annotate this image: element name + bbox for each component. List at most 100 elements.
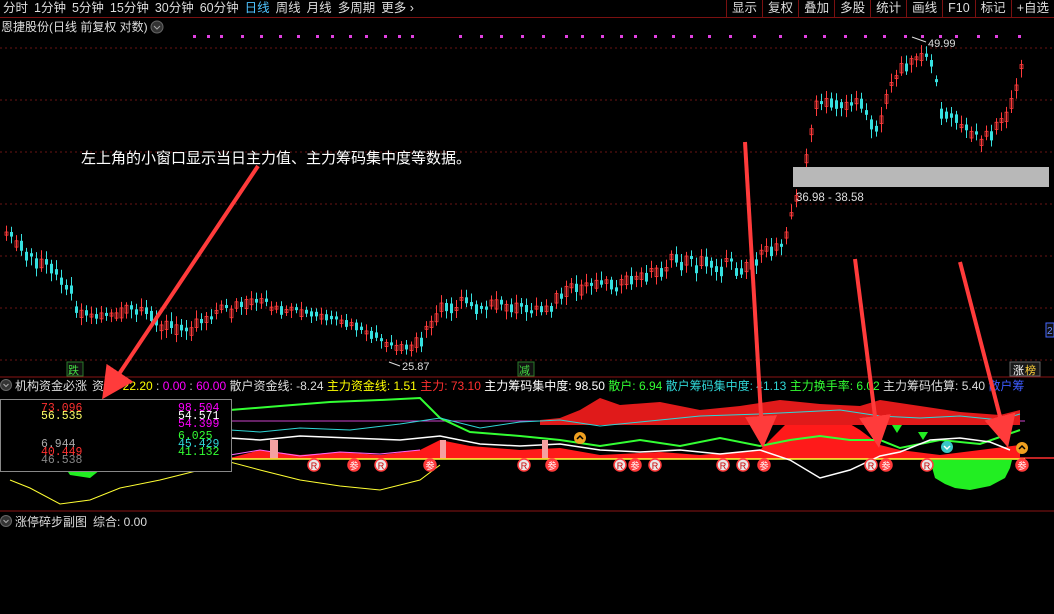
svg-text:R: R bbox=[740, 461, 747, 471]
candle-body bbox=[330, 315, 333, 320]
high-price-label: 49.99 bbox=[928, 38, 956, 50]
candle-body bbox=[770, 246, 773, 257]
main-force-band bbox=[540, 398, 1020, 425]
zone-label: 36.98 - 38.58 bbox=[796, 192, 864, 204]
teal-check-icon bbox=[941, 441, 953, 453]
svg-text:榜: 榜 bbox=[1025, 363, 1036, 377]
candle-body bbox=[450, 303, 453, 314]
candle-body bbox=[510, 304, 513, 313]
signal-dot bbox=[904, 35, 907, 38]
candle-body bbox=[730, 258, 733, 262]
tool-2[interactable]: 叠加 bbox=[798, 0, 834, 17]
candle-body bbox=[820, 101, 823, 105]
price-pane-header: 恩捷股份(日线 前复权 对数) bbox=[1, 19, 164, 34]
chart-area[interactable]: 恩捷股份(日线 前复权 对数) 36.98 - 38.58 49.99 25.8… bbox=[0, 18, 1054, 614]
signal-dot bbox=[883, 35, 886, 38]
signal-dot bbox=[220, 35, 223, 38]
r-signal-icon: R bbox=[613, 458, 627, 472]
candle-body bbox=[370, 330, 373, 339]
candle-body bbox=[355, 322, 358, 331]
tab-10[interactable]: 更多 bbox=[378, 0, 417, 17]
indicator-label-7: 主力资金线: 1.51 bbox=[327, 378, 420, 393]
bottom-menu-icon[interactable] bbox=[0, 515, 12, 527]
candle-body bbox=[150, 310, 153, 321]
tool-8[interactable]: +自选 bbox=[1010, 0, 1054, 17]
candle-body bbox=[95, 314, 98, 319]
candle-body bbox=[360, 326, 363, 330]
indicator-label-11: 散户筹码集中度: 41.13 bbox=[666, 378, 790, 393]
candle-body bbox=[70, 285, 73, 294]
retail-histogram bbox=[930, 460, 1012, 490]
svg-text:资金: 22.20 : 0.00 : 60.00 散户资金线: 资金: 22.20 : 0.00 : 60.00 散户资金线: -8.24 主力… bbox=[92, 378, 1024, 393]
candle-body bbox=[405, 344, 408, 350]
r-signal-icon: R bbox=[716, 458, 730, 472]
tool-5[interactable]: 画线 bbox=[906, 0, 942, 17]
svg-text:参: 参 bbox=[349, 460, 358, 471]
svg-text:R: R bbox=[617, 461, 624, 471]
tab-4[interactable]: 30分钟 bbox=[152, 0, 197, 17]
signal-dot bbox=[331, 35, 334, 38]
signal-dot bbox=[672, 35, 675, 38]
candle-body bbox=[50, 263, 53, 274]
svg-text:参: 参 bbox=[759, 460, 768, 471]
candle-body bbox=[420, 337, 423, 347]
signal-dot bbox=[844, 35, 847, 38]
candle-body bbox=[255, 298, 258, 303]
mini-right-value: 41.132 bbox=[178, 446, 220, 459]
signal-dot bbox=[279, 35, 282, 38]
candle-body bbox=[905, 63, 908, 72]
signal-dot bbox=[241, 35, 244, 38]
r-signal-icon: R bbox=[648, 458, 662, 472]
candle-body bbox=[380, 338, 383, 342]
indicator-label-13: 主力筹码估算: 5.40 bbox=[883, 378, 988, 393]
tab-7[interactable]: 周线 bbox=[273, 0, 304, 17]
indicator-menu-icon[interactable] bbox=[0, 379, 12, 391]
candle-body bbox=[520, 303, 523, 307]
tab-6[interactable]: 日线 bbox=[242, 0, 273, 17]
candle-body bbox=[990, 131, 993, 141]
tab-0[interactable]: 分时 bbox=[0, 0, 31, 17]
candle-body bbox=[75, 306, 78, 313]
svg-text:R: R bbox=[378, 461, 385, 471]
candle-body bbox=[530, 310, 533, 314]
svg-text:涨: 涨 bbox=[1013, 364, 1024, 377]
signal-dot bbox=[500, 35, 503, 38]
tool-6[interactable]: F10 bbox=[942, 0, 975, 17]
signal-dot bbox=[921, 35, 924, 38]
candle-body bbox=[240, 301, 243, 307]
tool-3[interactable]: 多股 bbox=[834, 0, 870, 17]
annotation-text: 左上角的小窗口显示当日主力值、主力筹码集中度等数据。 bbox=[81, 149, 471, 167]
indicator-label-2: : bbox=[156, 379, 163, 393]
mini-left-value: 56.535 bbox=[41, 410, 83, 423]
svg-text:R: R bbox=[924, 461, 931, 471]
candle-body bbox=[130, 305, 133, 310]
candle-body bbox=[315, 311, 318, 317]
tool-0[interactable]: 显示 bbox=[726, 0, 762, 17]
candle-body bbox=[850, 102, 853, 106]
candle-body bbox=[200, 318, 203, 324]
indicator-label-6: 散户资金线: -8.24 bbox=[229, 378, 326, 393]
bottom-pane-name: 涨停碎步副图 bbox=[15, 514, 87, 529]
tool-4[interactable]: 统计 bbox=[870, 0, 906, 17]
can-signal-icon: 参 bbox=[628, 458, 642, 472]
tool-7[interactable]: 标记 bbox=[974, 0, 1011, 17]
candlestick-series[interactable] bbox=[4, 45, 1024, 357]
can-signal-icon: 参 bbox=[879, 458, 893, 472]
title-menu-icon[interactable] bbox=[150, 20, 164, 34]
tab-8[interactable]: 月线 bbox=[304, 0, 335, 17]
tab-5[interactable]: 60分钟 bbox=[197, 0, 242, 17]
signal-dot bbox=[384, 35, 387, 38]
tool-menu: 显示 复权 叠加 多股 统计 画线 F10 标记 +自选 bbox=[726, 0, 1054, 17]
candle-body bbox=[295, 307, 298, 311]
tab-3[interactable]: 15分钟 bbox=[107, 0, 152, 17]
candle-body bbox=[525, 304, 528, 313]
stock-title: 恩捷股份(日线 前复权 对数) bbox=[1, 19, 148, 34]
svg-text:R: R bbox=[521, 461, 528, 471]
signal-dot bbox=[753, 35, 756, 38]
signal-dot bbox=[977, 35, 980, 38]
tab-1[interactable]: 1分钟 bbox=[31, 0, 69, 17]
tool-1[interactable]: 复权 bbox=[762, 0, 798, 17]
tab-2[interactable]: 5分钟 bbox=[69, 0, 107, 17]
candle-body bbox=[865, 110, 868, 115]
tab-9[interactable]: 多周期 bbox=[335, 0, 379, 17]
